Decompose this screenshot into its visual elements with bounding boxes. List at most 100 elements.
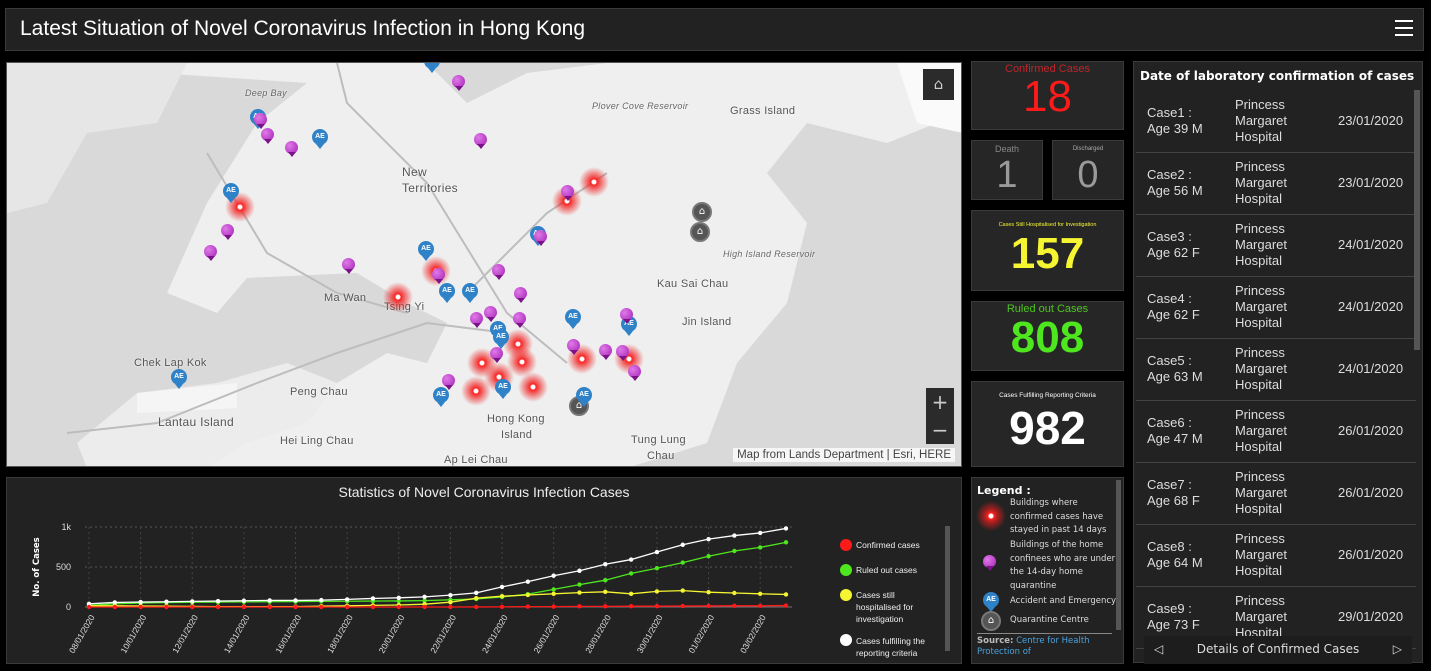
prev-page-button[interactable]: ◁ (1154, 636, 1163, 662)
data-point[interactable] (396, 595, 401, 600)
home-confinee-marker[interactable] (452, 75, 465, 92)
data-point[interactable] (680, 542, 685, 547)
data-point[interactable] (525, 592, 531, 598)
legend-label[interactable]: Confirmed casesConfirmed cases (856, 540, 920, 550)
data-point[interactable] (138, 599, 143, 605)
home-confinee-marker[interactable] (616, 345, 629, 362)
ae-marker[interactable]: AE (493, 329, 509, 349)
home-button[interactable]: ⌂ (923, 69, 954, 100)
data-point[interactable] (112, 600, 118, 605)
home-confinee-marker[interactable] (628, 365, 641, 382)
home-confinee-marker[interactable] (599, 344, 612, 361)
data-point[interactable] (757, 591, 763, 596)
data-point[interactable] (370, 596, 376, 601)
legend-label[interactable]: Cases still hospitalised for investigation… (856, 590, 913, 624)
data-point[interactable] (319, 597, 324, 603)
hamburger-icon[interactable] (1395, 20, 1413, 36)
data-point[interactable] (344, 604, 350, 610)
ae-marker[interactable]: AE (171, 369, 187, 389)
data-point[interactable] (551, 604, 556, 609)
case-row[interactable]: Case8 : Age 64 M Princess Margaret Hospital 2… (1136, 525, 1416, 587)
data-point[interactable] (706, 590, 711, 595)
data-point[interactable] (603, 604, 608, 609)
data-point[interactable] (319, 604, 324, 610)
data-point[interactable] (215, 604, 221, 610)
data-point[interactable] (396, 604, 401, 610)
data-point[interactable] (499, 594, 505, 599)
home-confinee-marker[interactable] (492, 264, 505, 281)
data-point[interactable] (164, 604, 169, 610)
data-point[interactable] (654, 589, 660, 594)
data-point[interactable] (654, 604, 660, 609)
data-point[interactable] (293, 598, 298, 603)
data-point[interactable] (577, 582, 582, 587)
ae-marker[interactable]: AE (495, 379, 511, 399)
home-confinee-marker[interactable] (221, 224, 234, 241)
data-point[interactable] (706, 603, 711, 609)
data-point[interactable] (422, 594, 427, 600)
data-point[interactable] (654, 549, 660, 555)
data-point[interactable] (499, 584, 505, 590)
data-point[interactable] (680, 560, 685, 565)
zoom-in-button[interactable]: + (926, 388, 954, 416)
data-point[interactable] (267, 604, 272, 610)
data-point[interactable] (190, 599, 195, 604)
data-point[interactable] (680, 603, 685, 609)
data-point[interactable] (474, 604, 479, 610)
case-row[interactable]: Case5 : Age 63 M Princess Margaret Hospital 2… (1136, 339, 1416, 401)
data-point[interactable] (344, 597, 350, 602)
confirmed-building-marker[interactable] (461, 376, 491, 406)
case-row[interactable]: Case4 : Age 62 F Princess Margaret Hospital 2… (1136, 277, 1416, 339)
ae-marker[interactable]: AE (576, 387, 592, 407)
data-point[interactable] (783, 526, 789, 531)
home-confinee-marker[interactable] (620, 308, 633, 325)
legend-label[interactable]: Cases fulfilling the reporting criteriaCa… (856, 636, 925, 658)
confirmed-building-marker[interactable] (518, 372, 548, 402)
data-point[interactable] (551, 573, 556, 578)
data-point[interactable] (783, 592, 789, 597)
data-point[interactable] (499, 604, 505, 610)
data-point[interactable] (422, 604, 427, 610)
ae-marker[interactable]: AE (565, 309, 581, 329)
home-confinee-marker[interactable] (534, 230, 547, 247)
data-point[interactable] (448, 600, 453, 605)
legend-marker[interactable] (840, 539, 852, 551)
home-confinee-marker[interactable] (567, 339, 580, 356)
home-confinee-marker[interactable] (342, 258, 355, 275)
data-point[interactable] (448, 592, 453, 598)
home-confinee-marker[interactable] (442, 374, 455, 391)
data-point[interactable] (190, 604, 195, 610)
home-confinee-marker[interactable] (514, 287, 527, 304)
data-point[interactable] (577, 568, 582, 573)
data-point[interactable] (783, 603, 789, 608)
data-point[interactable] (474, 590, 479, 596)
data-point[interactable] (783, 540, 789, 545)
data-point[interactable] (628, 591, 634, 596)
data-point[interactable] (628, 571, 634, 576)
home-confinee-marker[interactable] (490, 347, 503, 364)
legend-marker[interactable] (840, 564, 852, 576)
case-row[interactable]: Case6 : Age 47 M Princess Margaret Hospital 2… (1136, 401, 1416, 463)
cases-scrollbar[interactable] (1414, 90, 1420, 350)
data-point[interactable] (474, 596, 479, 601)
data-point[interactable] (293, 604, 298, 610)
home-confinee-marker[interactable] (204, 245, 217, 262)
data-point[interactable] (112, 604, 118, 610)
ae-marker[interactable]: AE (312, 129, 328, 149)
home-confinee-marker[interactable] (513, 312, 526, 329)
confirmed-building-marker[interactable] (383, 282, 413, 312)
legend-marker[interactable] (840, 634, 852, 646)
home-confinee-marker[interactable] (484, 306, 497, 323)
data-point[interactable] (603, 589, 608, 594)
data-point[interactable] (680, 588, 685, 593)
data-point[interactable] (267, 598, 272, 603)
case-row[interactable]: Case7 : Age 68 F Princess Margaret Hospital 2… (1136, 463, 1416, 525)
data-point[interactable] (628, 604, 634, 609)
data-point[interactable] (215, 598, 221, 604)
ae-marker[interactable]: AE (223, 183, 239, 203)
legend-scrollbar[interactable] (1116, 480, 1121, 630)
legend-label[interactable]: Ruled out casesRuled out cases (856, 565, 917, 575)
case-row[interactable]: Case1 : Age 39 M Princess Margaret Hospital 2… (1136, 91, 1416, 153)
data-point[interactable] (370, 604, 376, 610)
data-point[interactable] (86, 604, 92, 610)
